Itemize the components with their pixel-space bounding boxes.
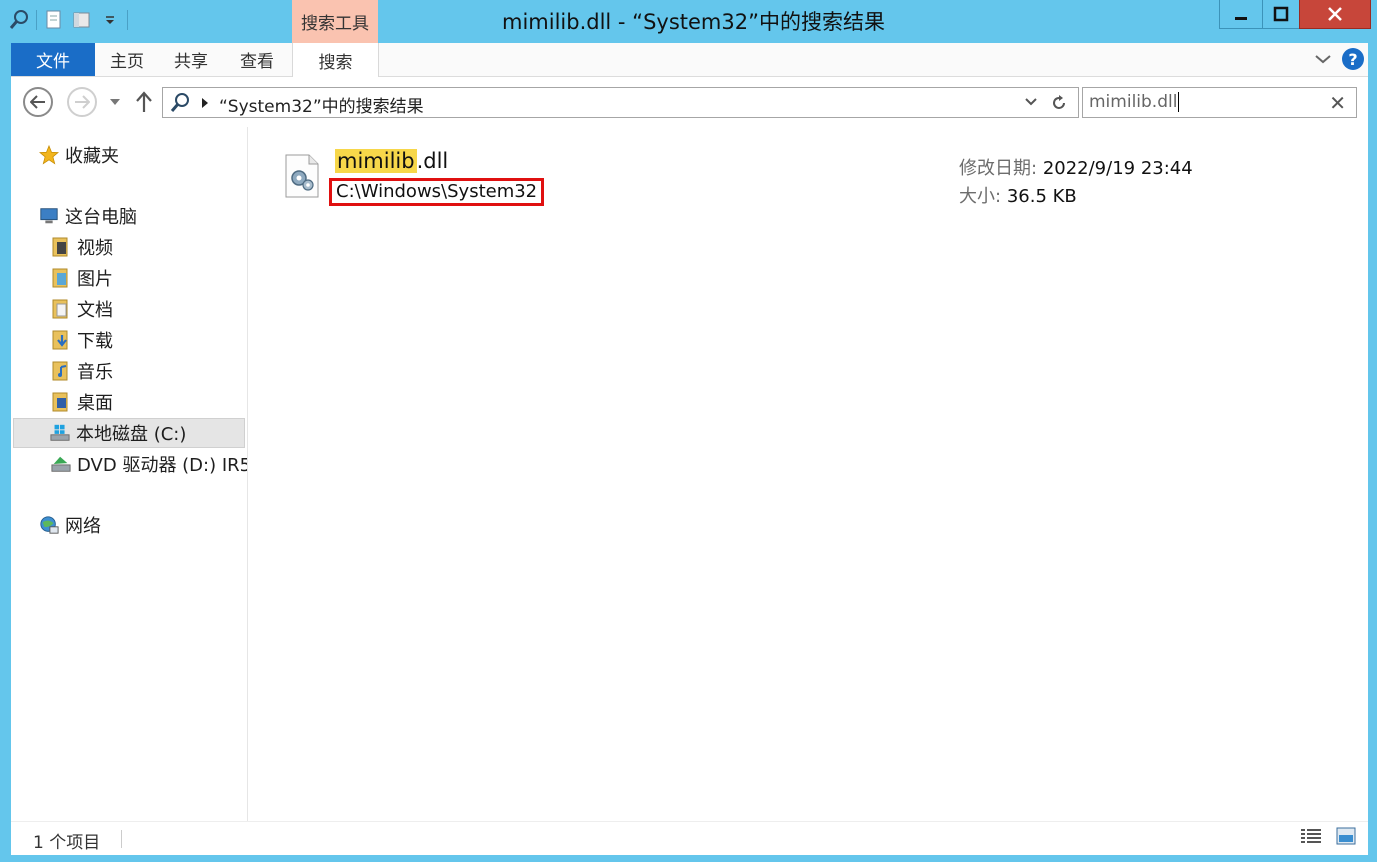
file-extension: .dll xyxy=(416,149,449,173)
file-size-label: 大小: xyxy=(959,186,1002,207)
modified-date-value: 2022/9/19 23:44 xyxy=(1042,158,1193,179)
search-tools-context-tab: 搜索工具 xyxy=(292,0,378,43)
back-button[interactable] xyxy=(23,87,53,117)
address-bar[interactable]: “System32”中的搜索结果 xyxy=(162,87,1079,118)
dvd-drive-icon xyxy=(51,453,71,475)
tab-share[interactable]: 共享 xyxy=(159,43,223,76)
ribbon-tabs: 文件 主页 共享 查看 搜索 ? xyxy=(11,43,1368,77)
music-folder-icon xyxy=(51,360,71,382)
clear-search-icon[interactable]: ✕ xyxy=(1329,91,1346,115)
documents-folder-icon xyxy=(51,298,71,320)
dll-file-icon xyxy=(285,154,319,198)
downloads-folder-icon xyxy=(51,329,71,351)
explorer-body: 收藏夹 这台电脑 视频 图片 文档 下载 音乐 桌面 本地磁盘 (C:) DVD… xyxy=(11,127,1368,821)
tab-home[interactable]: 主页 xyxy=(95,43,159,76)
recent-locations-icon[interactable] xyxy=(109,97,121,107)
desktop-folder-icon xyxy=(51,391,71,413)
search-input[interactable]: mimilib.dll ✕ xyxy=(1082,87,1357,118)
nav-item-dvd-drive[interactable]: DVD 驱动器 (D:) IR5 xyxy=(51,449,247,479)
nav-label: 这台电脑 xyxy=(65,207,137,228)
help-icon[interactable]: ? xyxy=(1342,48,1364,70)
nav-label: 本地磁盘 (C:) xyxy=(76,424,187,445)
expand-ribbon-icon[interactable] xyxy=(1314,53,1332,65)
toolbar-separator xyxy=(36,10,37,30)
refresh-icon[interactable] xyxy=(1050,94,1068,112)
search-results-pane: mimilib.dll C:\Windows\System32 修改日期: 20… xyxy=(249,127,1368,821)
video-folder-icon xyxy=(51,236,71,258)
forward-button[interactable] xyxy=(67,87,97,117)
nav-label: 音乐 xyxy=(77,362,113,383)
quick-access-toolbar xyxy=(8,6,128,34)
tab-file[interactable]: 文件 xyxy=(11,43,95,76)
text-caret xyxy=(1178,92,1180,112)
nav-this-pc[interactable]: 这台电脑 xyxy=(39,201,137,231)
star-icon xyxy=(39,144,59,166)
search-results-icon xyxy=(170,93,189,112)
nav-item-documents[interactable]: 文档 xyxy=(51,294,113,324)
computer-icon xyxy=(39,205,59,227)
nav-network[interactable]: 网络 xyxy=(39,510,101,540)
breadcrumb-chevron-icon[interactable] xyxy=(201,97,209,109)
maximize-icon xyxy=(1273,6,1289,22)
nav-item-pictures[interactable]: 图片 xyxy=(51,263,113,293)
tab-search[interactable]: 搜索 xyxy=(292,43,379,77)
back-arrow-icon xyxy=(30,95,45,109)
minimize-icon xyxy=(1235,17,1247,20)
minimize-button[interactable] xyxy=(1219,0,1263,29)
nav-item-local-disk-c[interactable]: 本地磁盘 (C:) xyxy=(13,418,245,448)
search-query: mimilib.dll xyxy=(1089,92,1180,112)
explorer-window: 搜索工具 mimilib.dll - “System32”中的搜索结果 文件 主… xyxy=(0,0,1377,862)
close-icon xyxy=(1328,7,1342,21)
tab-view[interactable]: 查看 xyxy=(223,43,291,76)
modified-date-label: 修改日期: xyxy=(959,158,1038,179)
navigation-bar: “System32”中的搜索结果 mimilib.dll ✕ xyxy=(11,77,1368,127)
network-icon xyxy=(39,514,59,536)
details-view-icon[interactable] xyxy=(1300,827,1322,845)
close-button[interactable] xyxy=(1299,0,1371,29)
nav-item-downloads[interactable]: 下载 xyxy=(51,325,113,355)
search-match-highlight: mimilib xyxy=(335,149,417,173)
forward-arrow-icon xyxy=(75,95,90,109)
nav-item-desktop[interactable]: 桌面 xyxy=(51,387,113,417)
toolbar-separator xyxy=(127,10,128,30)
customize-toolbar-icon[interactable] xyxy=(99,9,121,31)
nav-item-videos[interactable]: 视频 xyxy=(51,232,113,262)
result-file-name[interactable]: mimilib.dll xyxy=(335,149,448,173)
nav-label: 桌面 xyxy=(77,393,113,414)
properties-icon[interactable] xyxy=(43,9,65,31)
maximize-button[interactable] xyxy=(1262,0,1300,29)
status-separator xyxy=(121,830,122,848)
nav-label: 视频 xyxy=(77,238,113,259)
nav-item-music[interactable]: 音乐 xyxy=(51,356,113,386)
navigation-pane: 收藏夹 这台电脑 视频 图片 文档 下载 音乐 桌面 本地磁盘 (C:) DVD… xyxy=(11,127,248,821)
item-count: 1 个项目 xyxy=(33,833,101,853)
modified-date-row: 修改日期: 2022/9/19 23:44 xyxy=(959,154,1193,180)
title-bar: 搜索工具 mimilib.dll - “System32”中的搜索结果 xyxy=(0,0,1377,43)
nav-label: 收藏夹 xyxy=(65,146,119,167)
file-size-row: 大小: 36.5 KB xyxy=(959,182,1077,208)
status-bar: 1 个项目 xyxy=(11,821,1368,855)
window-title: mimilib.dll - “System32”中的搜索结果 xyxy=(502,10,885,34)
nav-label: 图片 xyxy=(77,269,113,290)
nav-favorites[interactable]: 收藏夹 xyxy=(39,140,119,170)
nav-label: 下载 xyxy=(77,331,113,352)
pictures-folder-icon xyxy=(51,267,71,289)
nav-label: 文档 xyxy=(77,300,113,321)
new-folder-icon[interactable] xyxy=(71,9,93,31)
result-file-path: C:\Windows\System32 xyxy=(329,178,545,206)
local-disk-icon xyxy=(50,422,70,444)
nav-label: DVD 驱动器 (D:) IR5 xyxy=(77,455,247,476)
large-icons-view-icon[interactable] xyxy=(1336,827,1356,845)
view-buttons xyxy=(1300,827,1356,845)
search-icon[interactable] xyxy=(8,9,30,31)
ribbon-controls: ? xyxy=(1314,48,1364,70)
address-path: “System32”中的搜索结果 xyxy=(219,97,424,117)
address-dropdown-icon[interactable] xyxy=(1024,97,1038,107)
nav-label: 网络 xyxy=(65,516,101,537)
up-arrow-icon[interactable] xyxy=(135,91,153,113)
file-size-value: 36.5 KB xyxy=(1006,186,1077,207)
